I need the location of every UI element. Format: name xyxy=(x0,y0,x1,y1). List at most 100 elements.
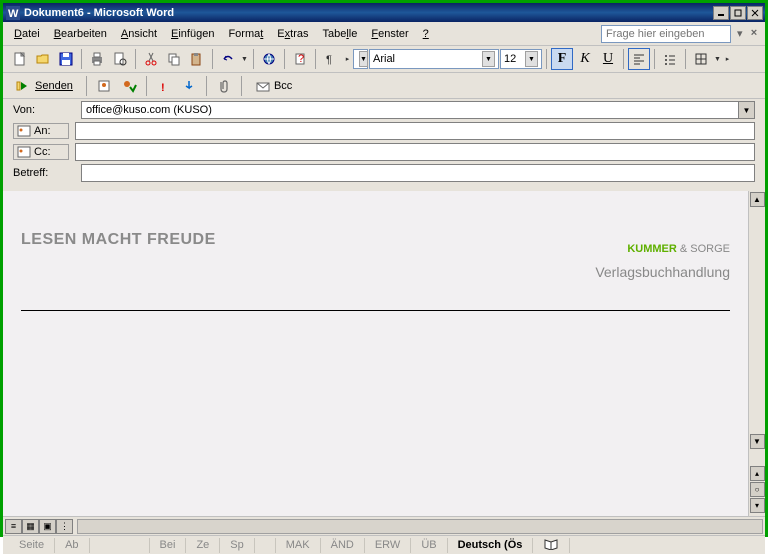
scroll-up-icon[interactable]: ▲ xyxy=(750,192,765,207)
company-block: KUMMER & SORGE Verlagsbuchhandlung xyxy=(595,231,730,280)
help-search-input[interactable] xyxy=(601,25,731,43)
company-name-2: SORGE xyxy=(690,243,730,255)
menu-ansicht[interactable]: Ansicht xyxy=(114,25,164,43)
document-area: LESEN MACHT FREUDE KUMMER & SORGE Verlag… xyxy=(3,191,765,516)
save-icon[interactable] xyxy=(55,48,77,70)
status-ab: Ab xyxy=(55,538,89,553)
window-title: Dokument6 - Microsoft Word xyxy=(24,7,713,19)
betreff-label: Betreff: xyxy=(13,167,75,179)
paste-icon[interactable] xyxy=(186,48,208,70)
slogan-text: LESEN MACHT FREUDE xyxy=(21,231,216,249)
zoom-icon[interactable]: ? xyxy=(289,48,311,70)
cut-icon[interactable] xyxy=(140,48,162,70)
view-bar: ≡ ▦ ▣ ⋮ xyxy=(3,516,765,535)
next-page-icon[interactable]: ▾ xyxy=(750,498,765,513)
copy-icon[interactable] xyxy=(163,48,185,70)
importance-low-icon[interactable] xyxy=(178,75,200,97)
normal-view-icon[interactable]: ≡ xyxy=(5,519,22,534)
status-bei: Bei xyxy=(150,538,187,553)
undo-icon[interactable] xyxy=(217,48,239,70)
menu-bearbeiten[interactable]: Bearbeiten xyxy=(47,25,114,43)
formatting-overflow-icon[interactable]: ▸ xyxy=(723,48,732,70)
borders-icon[interactable] xyxy=(690,48,712,70)
status-book-icon[interactable] xyxy=(533,538,570,553)
doc-close-button[interactable]: × xyxy=(747,27,761,41)
cc-button[interactable]: Cc: xyxy=(13,144,69,160)
company-name-1: KUMMER xyxy=(627,243,677,255)
email-toolbar: Senden ! Bcc xyxy=(3,73,765,99)
importance-high-icon[interactable]: ! xyxy=(153,75,175,97)
vertical-scrollbar[interactable]: ▲ ▼ ▴ ○ ▾ xyxy=(748,191,765,516)
minimize-button[interactable] xyxy=(713,6,729,20)
menu-einfuegen[interactable]: Einfügen xyxy=(164,25,221,43)
company-amp: & xyxy=(677,243,690,255)
standard-toolbar: ▼ ? ¶ ▸ ▼ Arial▼ 12▼ F K U ▼ ▸ xyxy=(3,46,765,73)
document-page[interactable]: LESEN MACHT FREUDE KUMMER & SORGE Verlag… xyxy=(3,191,748,516)
svg-text:!: ! xyxy=(161,82,165,94)
font-name-combo[interactable]: Arial▼ xyxy=(369,49,499,69)
titlebar: W Dokument6 - Microsoft Word xyxy=(3,3,765,22)
von-input[interactable]: office@kuso.com (KUSO)▼ xyxy=(81,101,755,119)
status-blank xyxy=(90,538,150,553)
menu-datei[interactable]: Datei xyxy=(7,25,47,43)
send-button[interactable]: Senden xyxy=(9,76,80,96)
von-dropdown-icon: ▼ xyxy=(738,102,754,118)
von-label: Von: xyxy=(13,104,75,116)
hyperlink-icon[interactable] xyxy=(258,48,280,70)
underline-button[interactable]: U xyxy=(597,48,619,70)
horizontal-scrollbar[interactable] xyxy=(77,519,763,534)
scroll-down-icon[interactable]: ▼ xyxy=(750,434,765,449)
menu-fenster[interactable]: Fenster xyxy=(364,25,415,43)
status-erw: ERW xyxy=(365,538,411,553)
maximize-button[interactable] xyxy=(730,6,746,20)
close-button[interactable] xyxy=(747,6,763,20)
align-left-icon[interactable] xyxy=(628,48,650,70)
prev-page-icon[interactable]: ▴ xyxy=(750,466,765,481)
status-ze: Ze xyxy=(186,538,220,553)
bcc-icon xyxy=(255,79,271,93)
check-names-icon[interactable] xyxy=(118,75,140,97)
print-view-icon[interactable]: ▣ xyxy=(39,519,56,534)
menu-help[interactable]: ? xyxy=(416,25,436,43)
bullet-list-icon[interactable] xyxy=(659,48,681,70)
attach-icon[interactable] xyxy=(213,75,235,97)
font-size-combo[interactable]: 12▼ xyxy=(500,49,542,69)
svg-text:¶: ¶ xyxy=(326,54,332,66)
an-input[interactable] xyxy=(75,122,755,140)
letterhead-rule xyxy=(21,310,730,311)
new-document-icon[interactable] xyxy=(9,48,31,70)
betreff-input[interactable] xyxy=(81,164,755,182)
help-dropdown-icon[interactable]: ▾ xyxy=(735,27,747,40)
status-ub: ÜB xyxy=(411,538,447,553)
web-view-icon[interactable]: ▦ xyxy=(22,519,39,534)
menu-extras[interactable]: Extras xyxy=(270,25,315,43)
menu-tabelle[interactable]: Tabelle xyxy=(315,25,364,43)
browse-object-icon[interactable]: ○ xyxy=(750,482,765,497)
an-button[interactable]: An: xyxy=(13,123,69,139)
email-fields: Von: office@kuso.com (KUSO)▼ An: Cc: Bet… xyxy=(3,99,765,191)
menu-format[interactable]: Format xyxy=(221,25,270,43)
borders-dropdown-icon[interactable]: ▼ xyxy=(713,48,722,70)
open-icon[interactable] xyxy=(32,48,54,70)
address-book-icon[interactable] xyxy=(93,75,115,97)
print-preview-icon[interactable] xyxy=(109,48,131,70)
status-mak: MAK xyxy=(276,538,321,553)
status-and: ÄND xyxy=(321,538,365,553)
italic-button[interactable]: K xyxy=(574,48,596,70)
print-icon[interactable] xyxy=(86,48,108,70)
toolbar-overflow-icon[interactable]: ▸ xyxy=(343,48,352,70)
svg-text:?: ? xyxy=(298,53,304,65)
menubar: Datei Bearbeiten Ansicht Einfügen Format… xyxy=(3,22,765,46)
company-subtitle: Verlagsbuchhandlung xyxy=(595,264,730,280)
statusbar: Seite Ab Bei Ze Sp MAK ÄND ERW ÜB Deutsc… xyxy=(3,535,765,554)
send-icon xyxy=(16,79,32,93)
cc-input[interactable] xyxy=(75,143,755,161)
outline-view-icon[interactable]: ⋮ xyxy=(56,519,73,534)
bold-button[interactable]: F xyxy=(551,48,573,70)
style-combo[interactable]: ▼ xyxy=(353,49,368,69)
undo-dropdown-icon[interactable]: ▼ xyxy=(240,48,249,70)
status-lang[interactable]: Deutsch (Ös xyxy=(448,538,534,553)
bcc-button[interactable]: Bcc xyxy=(248,76,299,96)
paragraph-icon[interactable]: ¶ xyxy=(320,48,342,70)
status-seite: Seite xyxy=(9,538,55,553)
